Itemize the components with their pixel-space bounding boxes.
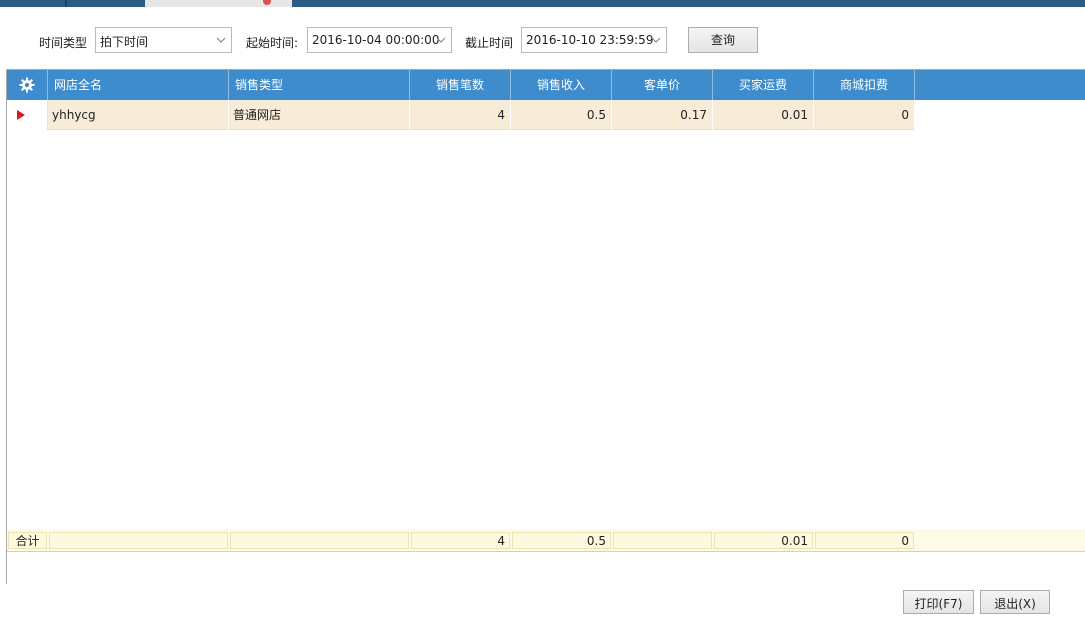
summary-sales-type [230, 532, 409, 549]
sales-grid: 网店全名 销售类型 销售笔数 销售收入 客单价 买家运费 商城扣费 yhhycg… [6, 69, 1085, 584]
cell-sales-count[interactable]: 4 [410, 100, 511, 130]
column-header-mall-fee[interactable]: 商城扣费 [814, 70, 915, 100]
summary-sales-income: 0.5 [512, 532, 611, 549]
start-time-picker[interactable]: 2016-10-04 00:00:00 [307, 27, 452, 53]
end-time-value: 2016-10-10 23:59:59 [526, 33, 654, 47]
summary-buyer-freight: 0.01 [714, 532, 813, 549]
column-header-sales-type[interactable]: 销售类型 [229, 70, 410, 100]
cell-buyer-freight[interactable]: 0.01 [713, 100, 814, 130]
current-row-arrow-icon [17, 110, 25, 120]
summary-row: 合计 4 0.5 0.01 0 [7, 529, 1085, 551]
summary-shop-name [49, 532, 228, 549]
summary-label: 合计 [8, 532, 47, 549]
start-time-value: 2016-10-04 00:00:00 [312, 33, 440, 47]
cell-shop-name[interactable]: yhhycg [48, 100, 229, 130]
summary-mall-fee: 0 [815, 532, 914, 549]
top-tab-strip [0, 0, 1085, 7]
chevron-down-icon [436, 37, 446, 43]
query-button[interactable]: 查询 [688, 27, 758, 53]
exit-button[interactable]: 退出(X) [980, 590, 1050, 614]
column-header-unit-price[interactable]: 客单价 [612, 70, 713, 100]
chevron-down-icon [216, 37, 226, 43]
cell-sales-type[interactable]: 普通网店 [229, 100, 410, 130]
column-header-sales-income[interactable]: 销售收入 [511, 70, 612, 100]
cell-mall-fee[interactable]: 0 [814, 100, 915, 130]
grid-header: 网店全名 销售类型 销售笔数 销售收入 客单价 买家运费 商城扣费 [7, 70, 1085, 100]
time-type-select[interactable]: 拍下时间 [95, 27, 232, 53]
summary-sales-count: 4 [411, 532, 510, 549]
end-time-picker[interactable]: 2016-10-10 23:59:59 [521, 27, 667, 53]
cell-unit-price[interactable]: 0.17 [612, 100, 713, 130]
tab-separator [65, 0, 67, 7]
column-header-sales-count[interactable]: 销售笔数 [410, 70, 511, 100]
column-header-buyer-freight[interactable]: 买家运费 [713, 70, 814, 100]
cell-sales-income[interactable]: 0.5 [511, 100, 612, 130]
print-button[interactable]: 打印(F7) [903, 590, 974, 614]
chevron-down-icon [651, 37, 661, 43]
summary-unit-price [613, 532, 712, 549]
time-type-label: 时间类型 [39, 36, 88, 50]
time-type-value: 拍下时间 [100, 35, 149, 49]
end-time-label: 截止时间 [465, 36, 514, 50]
column-header-shop-name[interactable]: 网店全名 [48, 70, 229, 100]
gear-icon [19, 77, 35, 93]
row-indicator[interactable] [7, 100, 48, 130]
start-time-label: 起始时间: [246, 36, 299, 50]
horizontal-scroll-area[interactable] [7, 551, 1085, 584]
active-tab[interactable] [145, 0, 292, 7]
tab-close-icon[interactable] [263, 0, 271, 5]
column-settings-button[interactable] [7, 70, 48, 100]
